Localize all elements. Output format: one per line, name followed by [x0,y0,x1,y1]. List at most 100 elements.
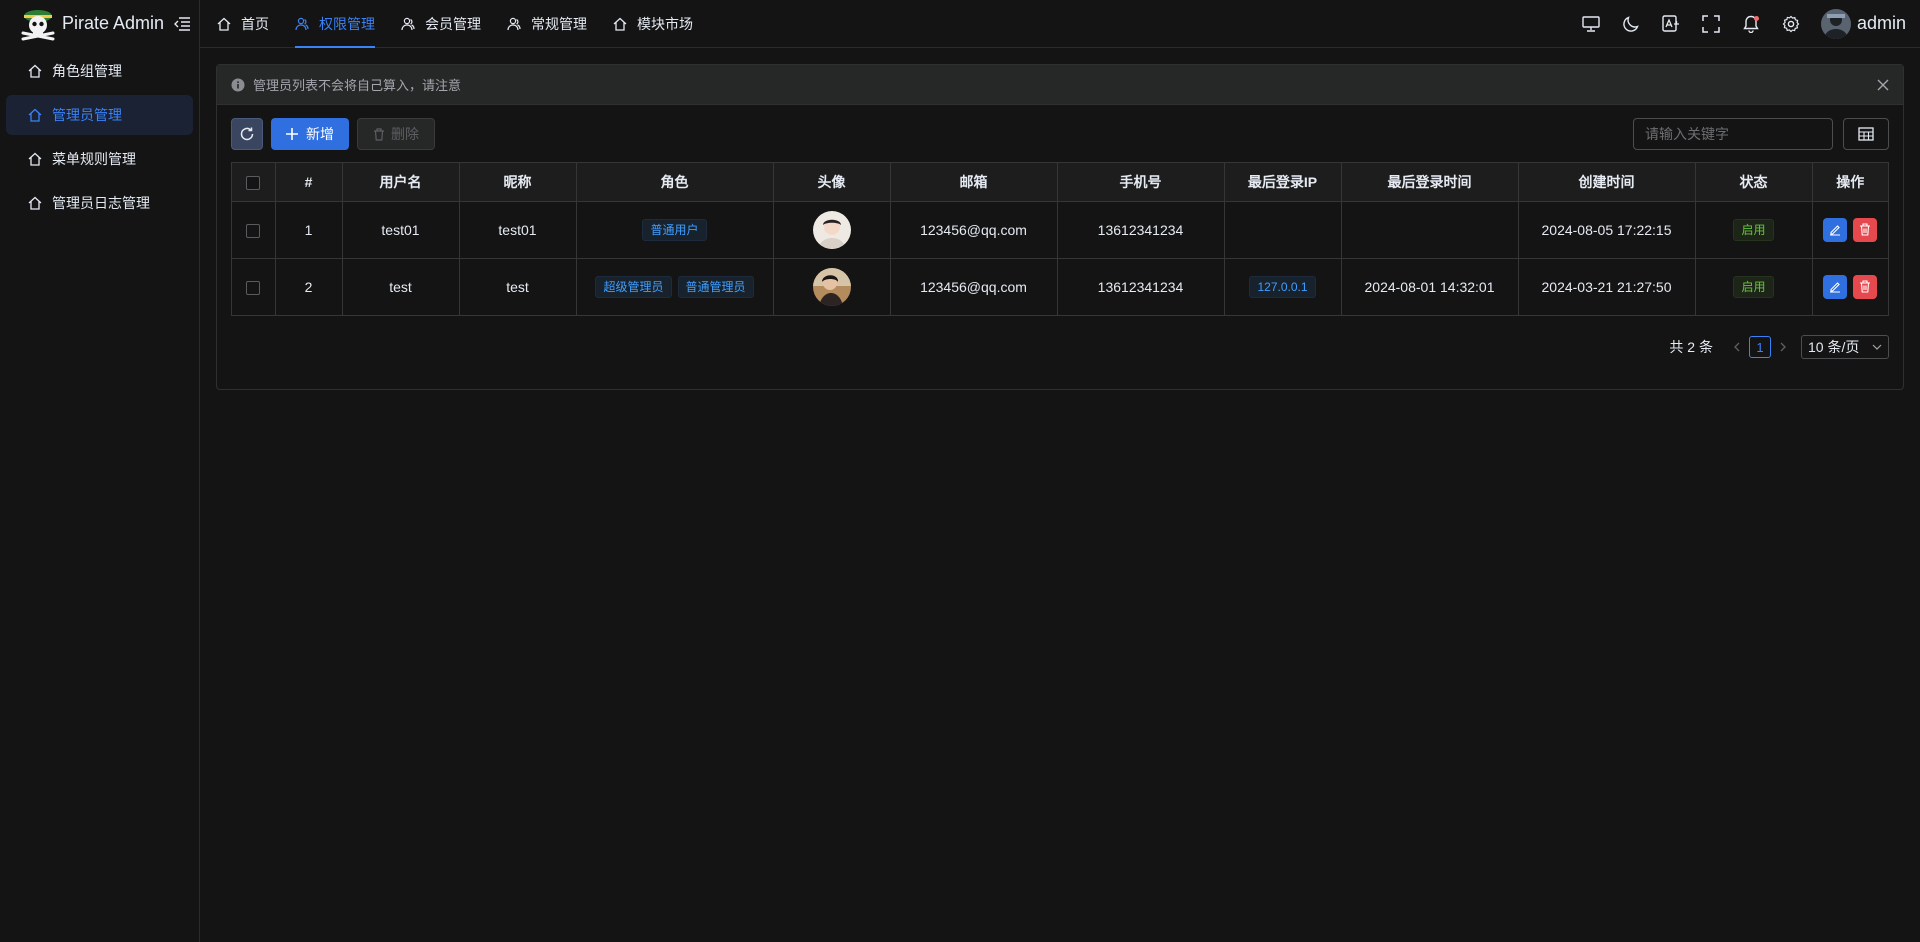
column-settings-button[interactable] [1843,118,1889,150]
cell-phone: 13612341234 [1057,257,1225,315]
avatar[interactable] [812,267,851,306]
delete-button[interactable]: 删除 [357,118,435,150]
top-header: 首页 权限管理 会员管理 常规管理 模块市场 admin [200,0,1920,48]
role-tag: 普通用户 [642,218,707,241]
status-badge: 启用 [1733,275,1774,298]
add-button-label: 新增 [306,126,334,142]
table-row: 1 test01 test01 普通用户 123456@qq.com 13612… [232,201,1888,258]
cell-last-login: 2024-08-01 14:32:01 [1341,257,1519,315]
next-page-button[interactable] [1773,336,1793,358]
column-header: 手机号 [1057,163,1225,202]
ip-tag: 127.0.0.1 [1249,275,1316,298]
edit-button[interactable] [1823,217,1848,242]
monitor-icon[interactable] [1571,4,1611,44]
page-number[interactable]: 1 [1749,336,1771,358]
add-button[interactable]: 新增 [271,118,349,150]
prev-page-button[interactable] [1727,336,1747,358]
row-checkbox[interactable] [246,280,261,295]
moon-icon[interactable] [1611,4,1651,44]
edit-button[interactable] [1823,274,1848,299]
close-icon[interactable] [1877,79,1889,91]
header-actions: admin [1571,4,1920,44]
notification-dot [1753,15,1759,21]
cell-created: 2024-08-05 17:22:15 [1518,201,1696,258]
cell-status: 启用 [1695,201,1813,258]
sidebar-item-role-group[interactable]: 角色组管理 [6,51,193,91]
trash-icon [1860,223,1871,236]
cell-last-login [1341,201,1519,258]
select-all-checkbox[interactable] [246,175,261,190]
column-header: 用户名 [342,163,460,202]
table-row: 2 test test 超级管理员 普通管理员 123456@qq.com 136… [232,257,1888,315]
column-header: 最后登录时间 [1341,163,1519,202]
admin-list-panel: 管理员列表不会将自己算入，请注意 新增 删除 请输入关键字 # 用户名 昵称 角… [216,64,1904,390]
pagination: 共 2 条 1 10 条/页 [217,319,1903,375]
toolbar-right [1633,118,1889,150]
row-select-cell [232,201,276,258]
page-size-select[interactable]: 10 条/页 [1801,335,1889,359]
refresh-button[interactable] [231,118,263,150]
column-header: 头像 [773,163,891,202]
home-icon [28,108,42,122]
avatar[interactable] [812,210,851,249]
sidebar-item-label: 管理员管理 [52,107,122,123]
cell-id: 2 [275,257,343,315]
sidebar-item-label: 角色组管理 [52,63,122,79]
collapse-menu-icon[interactable] [174,16,191,31]
cell-email: 123456@qq.com [890,201,1058,258]
select-all-cell [232,163,276,202]
bell-icon[interactable] [1731,4,1771,44]
cell-avatar [773,201,891,258]
column-header: 创建时间 [1518,163,1696,202]
sidebar-item-label: 菜单规则管理 [52,151,136,167]
role-tag: 超级管理员 [595,275,672,298]
cell-last-ip [1224,201,1342,258]
column-header: 昵称 [459,163,577,202]
cell-username: test [342,257,460,315]
tab-label: 首页 [241,15,269,32]
sidebar-menu: 角色组管理 管理员管理 菜单规则管理 管理员日志管理 [0,51,199,223]
cell-last-ip: 127.0.0.1 [1224,257,1342,315]
delete-row-button[interactable] [1853,274,1878,299]
avatar [1820,8,1851,39]
row-checkbox[interactable] [246,223,261,238]
sidebar-item-menu-rules[interactable]: 菜单规则管理 [6,139,193,179]
home-icon [28,196,42,210]
tab-general[interactable]: 常规管理 [495,1,599,47]
tab-members[interactable]: 会员管理 [389,1,493,47]
sidebar-item-label: 管理员日志管理 [52,195,150,211]
logo-area: Pirate Admin [0,0,199,47]
admin-table: # 用户名 昵称 角色 头像 邮箱 手机号 最后登录IP 最后登录时间 创建时间… [231,162,1889,316]
info-icon [231,78,245,92]
fullscreen-icon[interactable] [1691,4,1731,44]
column-header: # [275,163,343,202]
sidebar-item-admin[interactable]: 管理员管理 [6,95,193,135]
info-alert: 管理员列表不会将自己算入，请注意 [217,65,1903,105]
tab-permissions[interactable]: 权限管理 [283,1,387,48]
users-icon [507,17,521,31]
user-menu[interactable]: admin [1820,8,1906,39]
column-header: 邮箱 [890,163,1058,202]
delete-button-label: 删除 [391,126,419,142]
trash-icon [373,127,385,141]
gear-icon[interactable] [1771,4,1811,44]
home-icon [613,17,627,31]
username: admin [1856,13,1906,33]
tab-module-market[interactable]: 模块市场 [601,1,705,47]
tab-home[interactable]: 首页 [205,1,281,47]
search-input[interactable] [1633,118,1833,150]
role-tag: 普通管理员 [677,275,754,298]
cell-username: test01 [342,201,460,258]
row-select-cell [232,257,276,315]
sidebar-item-admin-log[interactable]: 管理员日志管理 [6,183,193,223]
cell-roles: 普通用户 [576,201,774,258]
home-icon [28,64,42,78]
cell-actions [1812,257,1888,315]
cell-created: 2024-03-21 21:27:50 [1518,257,1696,315]
table-header-row: # 用户名 昵称 角色 头像 邮箱 手机号 最后登录IP 最后登录时间 创建时间… [232,163,1888,202]
delete-row-button[interactable] [1853,217,1878,242]
translate-icon[interactable] [1651,4,1691,44]
tab-label: 模块市场 [637,15,693,32]
total-count: 共 2 条 [1669,339,1713,355]
column-header: 角色 [576,163,774,202]
